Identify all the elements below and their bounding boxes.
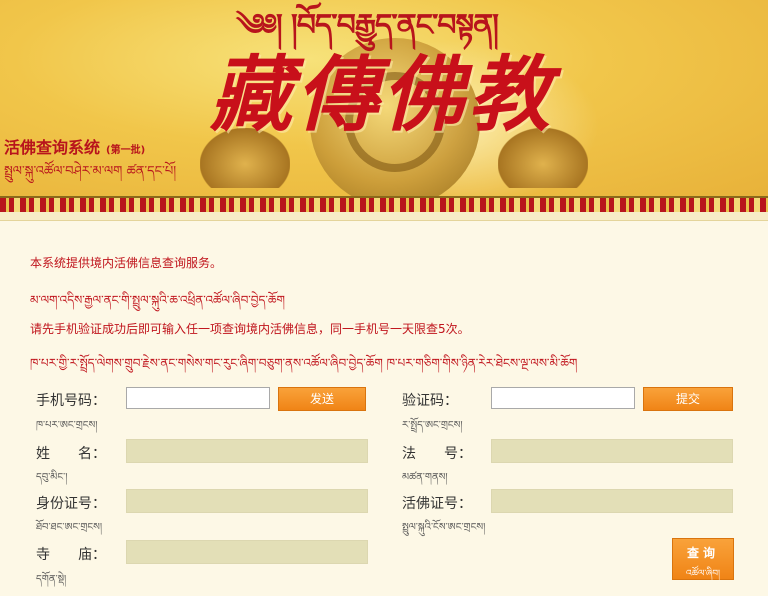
send-code-button[interactable]: 发送: [278, 387, 366, 411]
system-batch: (第一批): [106, 145, 146, 156]
id-number-label: 身份证号：: [36, 496, 106, 512]
name-label-tibetan: དབུ་མིང་།: [36, 472, 68, 483]
living-buddha-id-input[interactable]: [491, 489, 733, 513]
query-button-label: 查询: [686, 546, 719, 560]
system-title-tibetan: སྤྲུལ་སྐུ་འཚོལ་བཤེར་མ་ལག ཚན་དང་པོ།: [4, 164, 177, 179]
decorative-border-light: [0, 212, 768, 221]
code-label-tibetan: ར་སྤྲོད་ཨང་གྲངས།: [402, 420, 463, 431]
main-title: 藏傳佛教: [210, 47, 554, 143]
name-input[interactable]: [126, 439, 368, 463]
header-banner: ༄༅། །བོད་བརྒྱུད་ནང་བསྟན། 藏傳佛教 活佛查询系统 (第一批…: [0, 0, 768, 196]
phone-label: 手机号码：: [36, 393, 106, 409]
code-input[interactable]: [491, 387, 635, 409]
dharma-name-label: 法 号：: [402, 446, 472, 462]
query-button[interactable]: 查询 འཚོལ་ཞིབ།: [672, 538, 734, 580]
system-title: 活佛查询系统 (第一批): [4, 134, 145, 158]
info-line-4: ཁ་པར་གྱི་ར་སྤྲོད་ལེགས་གྲུབ་རྗེས་ནང་གསེས་…: [30, 356, 578, 370]
living-buddha-id-label: 活佛证号：: [402, 496, 472, 512]
info-line-1: 本系统提供境内活佛信息查询服务。: [30, 256, 223, 270]
id-number-label-tibetan: ཐོབ་ཐང་ཨང་གྲངས།: [36, 522, 103, 533]
phone-label-tibetan: ཁ་པར་ཨང་གྲངས།: [36, 420, 98, 431]
temple-input[interactable]: [126, 540, 368, 564]
info-line-2: མ་ལག་འདིས་རྒྱལ་ནང་གི་སྤྲུལ་སྐུའི་ཆ་འཕྲིན…: [30, 293, 285, 307]
code-label: 验证码：: [402, 393, 458, 409]
dharma-name-label-tibetan: མཚན་གནས།: [402, 472, 448, 483]
info-line-3: 请先手机验证成功后即可输入任一项查询境内活佛信息，同一手机号一天限查5次。: [30, 322, 470, 336]
name-label: 姓 名：: [36, 446, 106, 462]
living-buddha-id-label-tibetan: སྤྲུལ་སྐུའི་ངོས་ཨང་གྲངས།: [402, 522, 486, 533]
submit-code-button[interactable]: 提交: [643, 387, 733, 411]
query-button-label-tibetan: འཚོལ་ཞིབ།: [685, 569, 721, 579]
id-number-input[interactable]: [126, 489, 368, 513]
tibetan-title: ༄༅། །བོད་བརྒྱུད་ནང་བསྟན།: [236, 8, 499, 43]
phone-input[interactable]: [126, 387, 270, 409]
system-title-text: 活佛查询系统: [4, 138, 101, 157]
dharma-name-input[interactable]: [491, 439, 733, 463]
temple-label: 寺 庙：: [36, 547, 106, 563]
